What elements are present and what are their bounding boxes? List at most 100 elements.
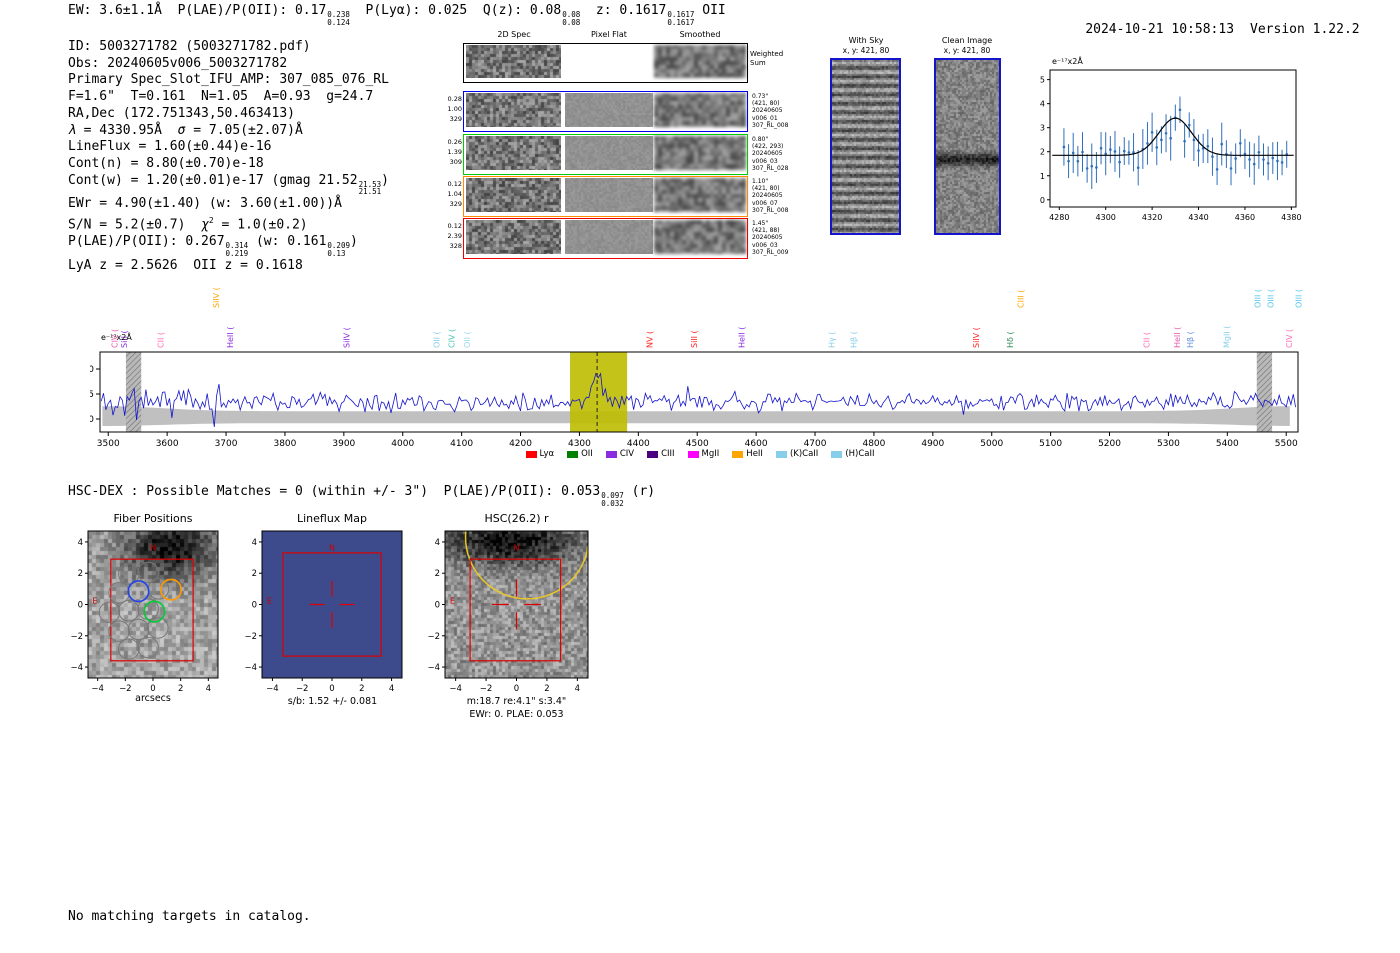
svg-text:4: 4	[435, 538, 440, 548]
hsc-dex-line: HSC-DEX : Possible Matches = 0 (within +…	[68, 484, 655, 508]
lineflux-map-plot: NE−4−4−2−2002244	[240, 525, 410, 697]
emission-line-label: CIII (	[1017, 290, 1026, 308]
2d-spec-strip	[466, 220, 561, 254]
svg-text:5500: 5500	[1275, 439, 1298, 449]
col-header-pixel-flat: Pixel Flat	[559, 30, 659, 39]
legend-swatch	[776, 451, 787, 458]
cutout-row-right-label: 0.80"(422, 293)20240605v006_03307_RL_028	[752, 136, 798, 172]
svg-text:4400: 4400	[627, 439, 650, 449]
2d-spec-strip	[466, 93, 561, 127]
legend-swatch	[831, 451, 842, 458]
cutout-row-right-label: 1.10"(421, 80)20240605v006_07307_RL_008	[752, 178, 798, 214]
svg-text:5200: 5200	[1098, 439, 1121, 449]
svg-text:2: 2	[1040, 148, 1045, 157]
info-line: P(LAE)/P(OII): 0.2670.3140.219 (w: 0.161…	[68, 234, 389, 258]
legend-item: MgII	[688, 449, 720, 459]
legend-item: HeII	[732, 449, 763, 459]
legend-item: (K)CaII	[776, 449, 818, 459]
clean-image-panel	[934, 58, 1001, 235]
svg-text:5.0: 5.0	[90, 365, 94, 375]
with-sky-panel	[830, 58, 901, 235]
masked-band	[126, 352, 141, 432]
clean-image-title: Clean Image	[928, 36, 1006, 45]
hsc-caption-1: m:18.7 re:4.1" s:3.4"	[430, 696, 603, 707]
svg-text:4200: 4200	[509, 439, 532, 449]
emission-line-label: CII (	[1143, 332, 1152, 348]
cutout-row-right-label: 0.73"(421, 80)20240605v006_01307_RL_008	[752, 93, 798, 129]
emission-line-label: MgII (	[1223, 326, 1232, 348]
emission-line-label: CIV (	[1285, 329, 1294, 348]
svg-text:−4: −4	[70, 663, 83, 673]
svg-text:4: 4	[575, 684, 580, 694]
svg-text:−4: −4	[266, 684, 279, 694]
svg-text:0: 0	[252, 601, 257, 611]
cutout-row-left-label: 0.261.39309	[434, 137, 462, 167]
extraction-box	[470, 559, 561, 661]
spectrum-ylabel: e⁻¹⁷x2Å	[101, 333, 132, 342]
info-line: Cont(n) = 8.80(±0.70)e-18	[68, 156, 389, 173]
footer-note: No matching targets in catalog. Row inte…	[68, 876, 311, 953]
emission-line-label: HeII (	[737, 327, 746, 348]
east-label: E	[450, 597, 455, 606]
highlight-band	[570, 352, 627, 432]
svg-text:0: 0	[514, 684, 519, 694]
info-line: Primary Spec_Slot_IFU_AMP: 307_085_076_R…	[68, 72, 389, 89]
svg-text:−2: −2	[480, 684, 493, 694]
svg-text:0: 0	[435, 601, 440, 611]
info-line: λ = 4330.95Å σ = 7.05(±2.07)Å	[68, 123, 389, 140]
lineflux-caption: s/b: 1.52 +/- 0.081	[250, 696, 415, 707]
emission-line-label: Hβ (	[1186, 331, 1195, 348]
info-line: ID: 5003271782 (5003271782.pdf)	[68, 39, 389, 56]
svg-text:−4: −4	[449, 684, 462, 694]
svg-text:4900: 4900	[921, 439, 944, 449]
svg-text:4: 4	[78, 538, 83, 548]
svg-text:4500: 4500	[686, 439, 709, 449]
info-line: Cont(w) = 1.20(±0.01)e-17 (gmag 21.5221.…	[68, 173, 389, 197]
line-fit-chart: 428043004320434043604380012345	[1028, 52, 1310, 230]
legend-swatch	[526, 451, 537, 458]
svg-text:4: 4	[252, 538, 257, 548]
fiber-circle	[138, 637, 158, 657]
svg-text:3: 3	[1040, 124, 1045, 133]
hsc-caption-2: EWr: 0. PLAE: 0.053	[430, 709, 603, 720]
svg-text:3800: 3800	[273, 439, 296, 449]
pixel-flat-strip	[565, 220, 653, 254]
cutout-row-left-label: 0.281.00329	[434, 94, 462, 124]
fiber-circle	[119, 639, 139, 659]
with-sky-coords: x, y: 421, 80	[827, 46, 905, 55]
with-sky-title: With Sky	[827, 36, 905, 45]
svg-text:4360: 4360	[1235, 213, 1255, 222]
sky-envelope	[102, 406, 1289, 426]
legend-swatch	[732, 451, 743, 458]
emission-line-label: HeII (	[226, 327, 235, 348]
svg-text:0: 0	[329, 684, 334, 694]
svg-text:4300: 4300	[1096, 213, 1116, 222]
spectrum-legend: LyαOIICIVCIIIMgIIHeII(K)CaII(H)CaII	[430, 449, 970, 459]
info-block: ID: 5003271782 (5003271782.pdf)Obs: 2024…	[68, 39, 389, 274]
masked-band	[1257, 352, 1272, 432]
clean-image-coords: x, y: 421, 80	[928, 46, 1006, 55]
svg-text:3500: 3500	[97, 439, 120, 449]
emission-line-label: SiII (	[690, 330, 699, 348]
summary-line: EW: 3.6±1.1Å P(LAE)/P(OII): 0.170.2380.1…	[68, 3, 726, 27]
hsc-plot: NE−4−4−2−2002244	[423, 525, 596, 697]
fiber-positions-title: Fiber Positions	[88, 512, 218, 525]
version-text: Version 1.22.2	[1250, 22, 1360, 37]
emission-line-label: OIII (	[1295, 289, 1304, 308]
legend-item: CIII	[647, 449, 674, 459]
svg-text:0: 0	[78, 601, 83, 611]
svg-text:−4: −4	[244, 663, 257, 673]
info-line: LineFlux = 1.60(±0.44)e-16	[68, 139, 389, 156]
svg-text:2: 2	[544, 684, 549, 694]
pixel-flat-strip	[565, 136, 653, 170]
lineflux-map-title: Lineflux Map	[262, 512, 402, 525]
inset-ylabel: e⁻¹⁷x2Å	[1052, 57, 1083, 66]
north-label: N	[150, 544, 156, 553]
svg-text:0.0: 0.0	[90, 415, 94, 425]
smoothed-strip	[654, 178, 746, 212]
svg-text:5: 5	[1040, 76, 1045, 85]
legend-swatch	[647, 451, 658, 458]
svg-text:4100: 4100	[450, 439, 473, 449]
info-line: S/N = 5.2(±0.7) χ2 = 1.0(±0.2)	[68, 213, 389, 234]
fiber-xlabel: arcsecs	[88, 693, 218, 704]
